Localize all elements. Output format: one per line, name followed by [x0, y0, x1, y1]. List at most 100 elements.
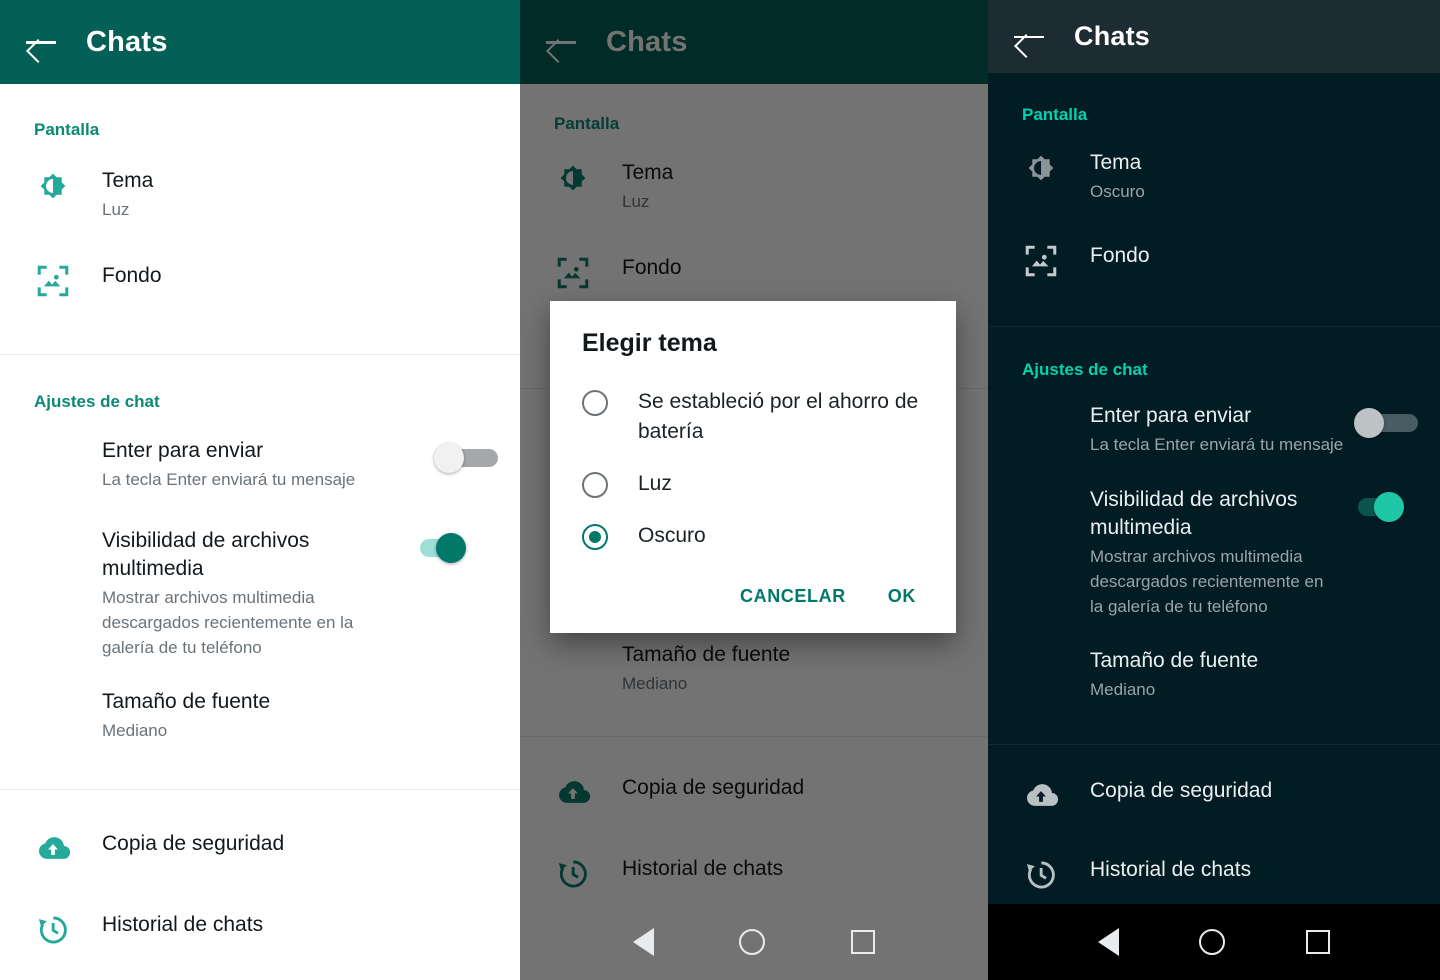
list-item-enter-para-enviar[interactable]: Enter para enviar La tecla Enter enviará… [988, 402, 1440, 457]
nav-back-icon[interactable] [632, 928, 654, 956]
brightness-icon [34, 167, 72, 205]
screenshot-root: Chats Pantalla Tema Luz Fondo Ajustes de… [0, 0, 1440, 980]
list-item-title: Historial de chats [1090, 858, 1252, 881]
list-item-enter-para-enviar[interactable]: Enter para enviar La tecla Enter enviará… [0, 437, 520, 492]
radio-option-oscuro[interactable]: Oscuro [550, 510, 956, 562]
list-item-subtitle: Mostrar archivos multimedia descargados … [102, 588, 354, 657]
list-item-title: Tema [102, 169, 154, 192]
nav-recent-icon[interactable] [1305, 930, 1330, 954]
toggle-visibilidad-multimedia[interactable] [1340, 490, 1404, 524]
list-item-title: Fondo [102, 264, 162, 287]
toggle-enter-para-enviar[interactable] [434, 441, 498, 475]
section-divider [988, 744, 1440, 745]
toggle-knob [1354, 408, 1384, 438]
dialog-actions: CANCELAR OK [550, 562, 956, 621]
page-title: Chats [86, 25, 168, 58]
toggle-enter-para-enviar[interactable] [1354, 406, 1418, 440]
app-bar: Chats [988, 0, 1440, 73]
android-navigation-bar [988, 904, 1440, 980]
nav-home-icon[interactable] [1199, 929, 1226, 955]
toggle-knob [1374, 492, 1404, 522]
list-item-title: Enter para enviar [102, 439, 264, 462]
list-item-tema[interactable]: Tema Luz [0, 167, 520, 222]
list-item-title: Tema [1090, 151, 1142, 174]
toggle-knob [436, 533, 466, 563]
section-divider [988, 326, 1440, 327]
app-bar: Chats [0, 0, 520, 84]
radio-label: Luz [638, 472, 672, 495]
list-item-subtitle: Oscuro [1090, 182, 1145, 201]
back-arrow-icon[interactable] [24, 25, 58, 59]
ok-button[interactable]: OK [874, 578, 930, 615]
list-item-title: Copia de seguridad [1090, 779, 1273, 802]
radio-option-battery-saver[interactable]: Se estableció por el ahorro de batería [550, 376, 956, 458]
screen-light-theme-settings: Chats Pantalla Tema Luz Fondo Ajustes de… [0, 0, 520, 980]
settings-list: Pantalla Tema Oscuro Fondo Ajustes de ch… [988, 105, 1440, 894]
theme-chooser-dialog: Elegir tema Se estableció por el ahorro … [550, 301, 956, 633]
list-item-title: Copia de seguridad [102, 832, 285, 855]
list-item-title: Tamaño de fuente [102, 690, 271, 713]
list-item-subtitle: Luz [102, 200, 130, 219]
list-item-copia-de-seguridad[interactable]: Copia de seguridad [988, 777, 1440, 815]
screen-dark-theme-settings: Chats Pantalla Tema Oscuro Fondo Ajustes… [988, 0, 1440, 980]
list-item-tamano-de-fuente[interactable]: Tamaño de fuente Mediano [0, 688, 520, 743]
radio-option-luz[interactable]: Luz [550, 458, 956, 510]
wallpaper-icon [1022, 242, 1060, 280]
history-icon [34, 911, 72, 949]
list-item-title: Historial de chats [102, 913, 264, 936]
section-header-ajustes-de-chat: Ajustes de chat [34, 392, 160, 411]
nav-home-icon[interactable] [739, 929, 766, 955]
brightness-icon [1022, 149, 1060, 187]
list-item-title: Enter para enviar [1090, 404, 1252, 427]
history-icon [1022, 856, 1060, 894]
list-item-title: Tamaño de fuente [1090, 649, 1259, 672]
section-header-pantalla: Pantalla [1022, 105, 1088, 124]
radio-button[interactable] [582, 524, 608, 550]
section-divider [0, 789, 520, 790]
list-item-subtitle: La tecla Enter enviará tu mensaje [1090, 435, 1344, 454]
list-item-subtitle: Mediano [102, 721, 168, 740]
cloud-backup-icon [34, 830, 72, 868]
list-item-title: Visibilidad de archivos multimedia [1090, 488, 1298, 539]
dialog-title: Elegir tema [582, 329, 717, 357]
cancel-button[interactable]: CANCELAR [726, 578, 860, 615]
list-item-tamano-de-fuente[interactable]: Tamaño de fuente Mediano [988, 647, 1440, 702]
list-item-title: Fondo [1090, 244, 1150, 267]
list-item-subtitle: La tecla Enter enviará tu mensaje [102, 470, 356, 489]
radio-button[interactable] [582, 472, 608, 498]
toggle-knob [434, 443, 464, 473]
radio-label: Se estableció por el ahorro de batería [638, 390, 919, 443]
back-arrow-icon[interactable] [1012, 20, 1046, 54]
settings-list: Pantalla Tema Luz Fondo Ajustes de chat … [0, 120, 520, 949]
list-item-fondo[interactable]: Fondo [988, 242, 1440, 280]
cloud-backup-icon [1022, 777, 1060, 815]
screen-theme-dialog: Chats Pantalla Tema Luz Fondo [520, 0, 988, 980]
list-item-historial-de-chats[interactable]: Historial de chats [988, 856, 1440, 894]
list-item-visibilidad-multimedia[interactable]: Visibilidad de archivos multimedia Mostr… [0, 527, 520, 660]
list-item-title: Visibilidad de archivos multimedia [102, 529, 310, 580]
nav-back-icon[interactable] [1098, 928, 1120, 956]
android-navigation-bar [520, 904, 988, 980]
toggle-visibilidad-multimedia[interactable] [402, 531, 466, 565]
section-header-ajustes-de-chat: Ajustes de chat [1022, 360, 1148, 379]
list-item-copia-de-seguridad[interactable]: Copia de seguridad [0, 830, 520, 868]
radio-label: Oscuro [638, 524, 706, 547]
wallpaper-icon [34, 262, 72, 300]
page-title: Chats [1074, 21, 1151, 51]
list-item-subtitle: Mediano [1090, 680, 1156, 699]
radio-button[interactable] [582, 390, 608, 416]
section-header-pantalla: Pantalla [34, 120, 100, 139]
list-item-fondo[interactable]: Fondo [0, 262, 520, 300]
section-divider [0, 354, 520, 355]
nav-recent-icon[interactable] [851, 930, 876, 954]
list-item-subtitle: Mostrar archivos multimedia descargados … [1090, 547, 1324, 616]
list-item-historial-de-chats[interactable]: Historial de chats [0, 911, 520, 949]
list-item-tema[interactable]: Tema Oscuro [988, 149, 1440, 204]
list-item-visibilidad-multimedia[interactable]: Visibilidad de archivos multimedia Mostr… [988, 486, 1440, 619]
